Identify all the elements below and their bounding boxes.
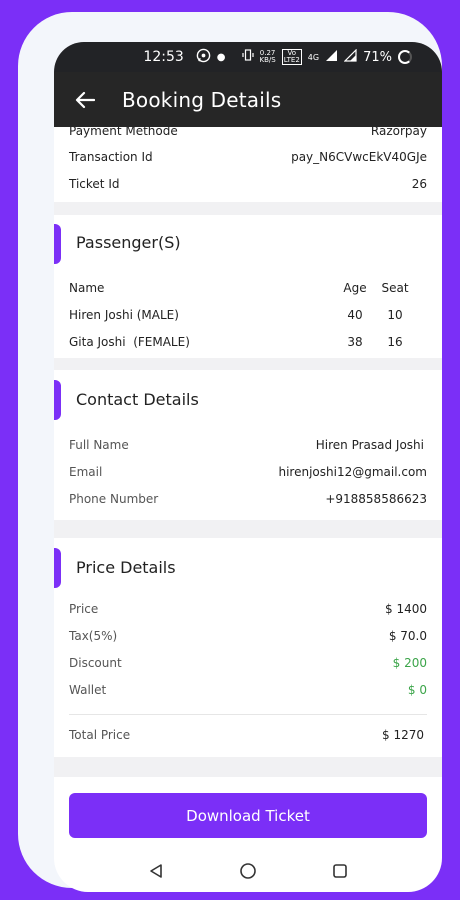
battery-ring-icon (398, 50, 412, 64)
total-label: Total Price (69, 728, 131, 742)
arrow-left-icon (75, 91, 95, 108)
section-accent (54, 380, 61, 420)
nav-home-button[interactable] (237, 860, 259, 882)
app-bar: Booking Details (54, 72, 442, 127)
status-bar: 12:53 ● 0.27 KB/S Vo LTE2 4G 71% (54, 42, 442, 72)
passenger-section-title: Passenger(S) (76, 233, 181, 252)
price-section-title: Price Details (76, 558, 176, 577)
footer-card (54, 777, 442, 792)
page-title: Booking Details (122, 87, 282, 112)
transaction-label: Transaction Id (69, 150, 153, 164)
whatsapp-icon (196, 48, 211, 67)
passenger-name: Hiren Joshi (MALE) (69, 308, 179, 322)
speed-unit: KB/S (259, 56, 276, 64)
passenger-card: Passenger(S) Name Age Seat Hiren Joshi (… (54, 215, 442, 358)
price-label: Price (69, 602, 99, 616)
passenger-age-header: Age (343, 281, 367, 295)
total-value: $ 1270 (382, 728, 424, 742)
nav-back-button[interactable] (145, 860, 167, 882)
full-name-label: Full Name (69, 438, 129, 452)
passenger-row: Hiren Joshi (MALE) 40 10 (69, 308, 427, 322)
ticket-id-label: Ticket Id (69, 177, 120, 191)
booking-details-content[interactable]: Payment Methode Razorpay Transaction Id … (54, 127, 442, 792)
payment-card: Payment Methode Razorpay Transaction Id … (54, 127, 442, 202)
total-row: Total Price $ 1270 (69, 728, 427, 742)
notification-dot-icon: ● (216, 51, 226, 63)
section-accent (54, 548, 61, 588)
tax-row: Tax(5%) $ 70.0 (69, 629, 427, 643)
price-row: Price $ 1400 (69, 602, 427, 616)
passenger-name: Gita Joshi (FEMALE) (69, 335, 190, 349)
network-type: 4G (307, 52, 320, 62)
email-value: hirenjoshi12@gmail.com (278, 465, 427, 479)
passenger-age: 38 (347, 335, 363, 349)
volte-badge: Vo LTE2 (281, 49, 302, 65)
battery-text: 71% (363, 49, 392, 65)
network-speed: 0.27 KB/S (260, 50, 276, 64)
divider (69, 714, 427, 715)
vibrate-icon (241, 49, 254, 65)
status-time: 12:53 (143, 49, 184, 65)
section-accent (54, 224, 61, 264)
signal-icon (325, 49, 338, 66)
wallet-row: Wallet $ 0 (69, 683, 427, 697)
transaction-row: Transaction Id pay_N6CVwcEkV40GJe (69, 150, 427, 164)
signal-icon-2 (343, 48, 357, 66)
wallet-label: Wallet (69, 683, 107, 697)
phone-row: Phone Number +918858586623 (69, 492, 427, 506)
passenger-seat: 16 (387, 335, 403, 349)
passenger-age: 40 (347, 308, 363, 322)
screen: 12:53 ● 0.27 KB/S Vo LTE2 4G 71% Booking… (54, 42, 442, 892)
tax-label: Tax(5%) (69, 629, 118, 643)
navigation-bar (54, 850, 442, 892)
passenger-row: Gita Joshi (FEMALE) 38 16 (69, 335, 427, 349)
circle-home-icon (240, 863, 256, 879)
full-name-row: Full Name Hiren Prasad Joshi (69, 438, 427, 452)
contact-section-title: Contact Details (76, 390, 199, 409)
phone-value: +918858586623 (325, 492, 427, 506)
square-recents-icon (333, 864, 347, 878)
download-ticket-button[interactable]: Download Ticket (69, 793, 427, 838)
back-button[interactable] (60, 72, 110, 127)
payment-method-row: Payment Methode Razorpay (69, 127, 427, 138)
ticket-id-value: 26 (411, 177, 427, 191)
payment-method-label: Payment Methode (69, 127, 178, 138)
passenger-name-header: Name (69, 281, 105, 295)
discount-row: Discount $ 200 (69, 656, 427, 670)
triangle-back-icon (150, 864, 162, 878)
payment-method-value: Razorpay (370, 127, 427, 138)
tax-value: $ 70.0 (388, 629, 427, 643)
phone-frame: 12:53 ● 0.27 KB/S Vo LTE2 4G 71% Booking… (18, 12, 442, 892)
price-card: Price Details Price $ 1400 Tax(5%) $ 70.… (54, 538, 442, 757)
discount-value: $ 200 (392, 656, 427, 670)
passenger-seat-header: Seat (381, 281, 409, 295)
nav-recents-button[interactable] (329, 860, 351, 882)
phone-label: Phone Number (69, 492, 159, 506)
transaction-value: pay_N6CVwcEkV40GJe (291, 150, 427, 164)
price-value: $ 1400 (385, 602, 427, 616)
full-name-value: Hiren Prasad Joshi (315, 438, 424, 452)
discount-label: Discount (69, 656, 122, 670)
ticket-id-row: Ticket Id 26 (69, 177, 427, 191)
volte-bottom: LTE2 (283, 56, 300, 64)
passenger-seat: 10 (387, 308, 403, 322)
wallet-value: $ 0 (407, 683, 427, 697)
passenger-header-row: Name Age Seat (69, 281, 427, 295)
contact-card: Contact Details Full Name Hiren Prasad J… (54, 370, 442, 520)
email-row: Email hirenjoshi12@gmail.com (69, 465, 427, 479)
email-label: Email (69, 465, 103, 479)
